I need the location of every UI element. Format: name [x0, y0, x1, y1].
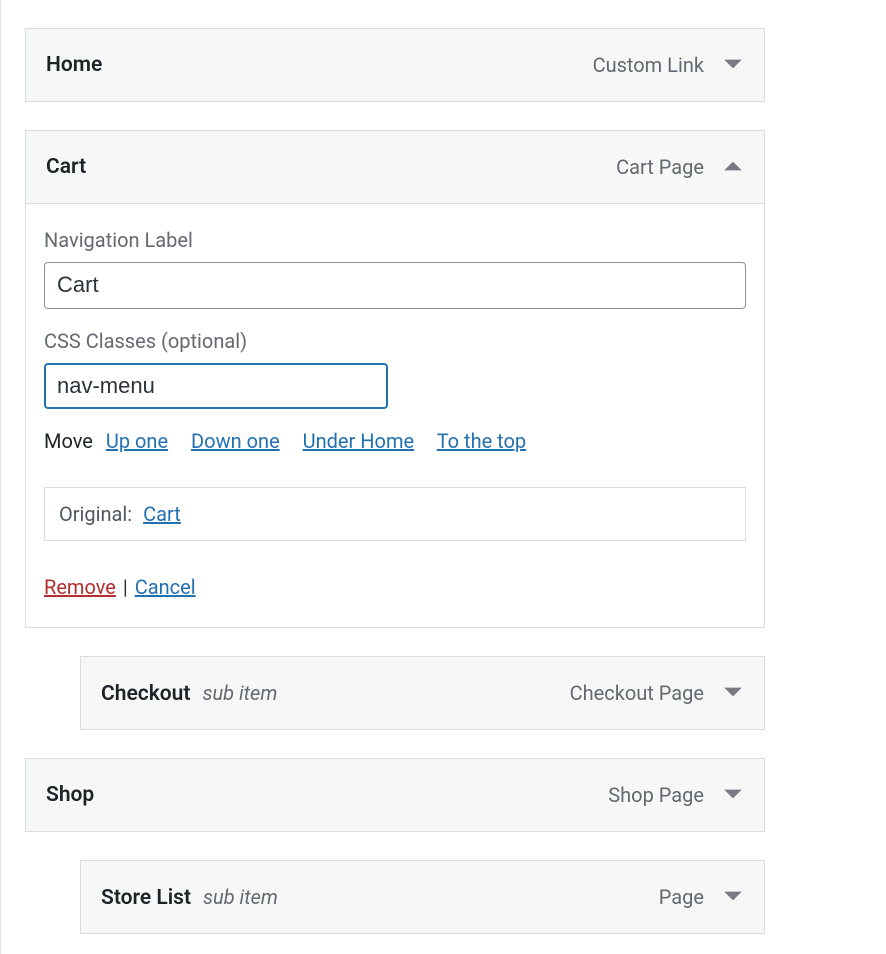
menu-item-checkout[interactable]: Checkout sub item Checkout Page [80, 656, 765, 730]
move-under-link[interactable]: Under Home [303, 429, 414, 453]
remove-link[interactable]: Remove [44, 575, 116, 599]
menu-item-cart[interactable]: Cart Cart Page Navigation Label [25, 130, 765, 628]
menu-item-type: Custom Link [593, 53, 704, 77]
chevron-down-icon [722, 885, 744, 910]
toggle-button[interactable] [722, 155, 744, 180]
menu-item-type: Checkout Page [570, 681, 704, 705]
action-row: Remove | Cancel [44, 575, 746, 599]
toggle-button[interactable] [722, 53, 744, 78]
original-box: Original: Cart [44, 487, 746, 541]
chevron-down-icon [722, 783, 744, 808]
menu-item-type: Shop Page [608, 783, 704, 807]
separator: | [118, 575, 133, 599]
navigation-label-label: Navigation Label [44, 228, 746, 252]
move-label: Move [44, 429, 93, 453]
menu-item-title: Home [46, 53, 102, 77]
menu-item-shop[interactable]: Shop Shop Page [25, 758, 765, 832]
cancel-link[interactable]: Cancel [135, 575, 196, 599]
original-link[interactable]: Cart [143, 502, 181, 526]
chevron-down-icon [722, 53, 744, 78]
chevron-up-icon [722, 155, 744, 180]
menu-item-bar[interactable]: Checkout sub item Checkout Page [81, 657, 764, 729]
menu-item-title: Checkout [101, 682, 190, 706]
menu-item-type: Cart Page [616, 155, 704, 179]
menu-item-bar[interactable]: Cart Cart Page [26, 131, 764, 203]
css-classes-input[interactable] [44, 363, 388, 410]
menu-item-bar[interactable]: Home Custom Link [26, 29, 764, 101]
toggle-button[interactable] [722, 885, 744, 910]
navigation-label-input[interactable] [44, 262, 746, 309]
menu-item-bar[interactable]: Shop Shop Page [26, 759, 764, 831]
move-up-link[interactable]: Up one [106, 429, 168, 453]
toggle-button[interactable] [722, 681, 744, 706]
menu-item-title: Shop [46, 783, 94, 807]
toggle-button[interactable] [722, 783, 744, 808]
menu-item-home[interactable]: Home Custom Link [25, 28, 765, 102]
menu-item-storelist[interactable]: Store List sub item Page [80, 860, 765, 934]
menu-item-title: Store List [101, 886, 191, 910]
move-down-link[interactable]: Down one [191, 429, 280, 453]
sub-item-tag: sub item [202, 681, 277, 705]
chevron-down-icon [722, 681, 744, 706]
menu-item-type: Page [659, 885, 704, 909]
menu-item-bar[interactable]: Store List sub item Page [81, 861, 764, 933]
move-top-link[interactable]: To the top [437, 429, 526, 453]
move-row: Move Up one Down one Under Home To the t… [44, 429, 746, 453]
sub-item-tag: sub item [203, 885, 278, 909]
original-label: Original: [59, 502, 132, 526]
css-classes-label: CSS Classes (optional) [44, 329, 746, 353]
menu-item-title: Cart [46, 155, 86, 179]
menu-item-settings: Navigation Label CSS Classes (optional) … [26, 203, 764, 627]
